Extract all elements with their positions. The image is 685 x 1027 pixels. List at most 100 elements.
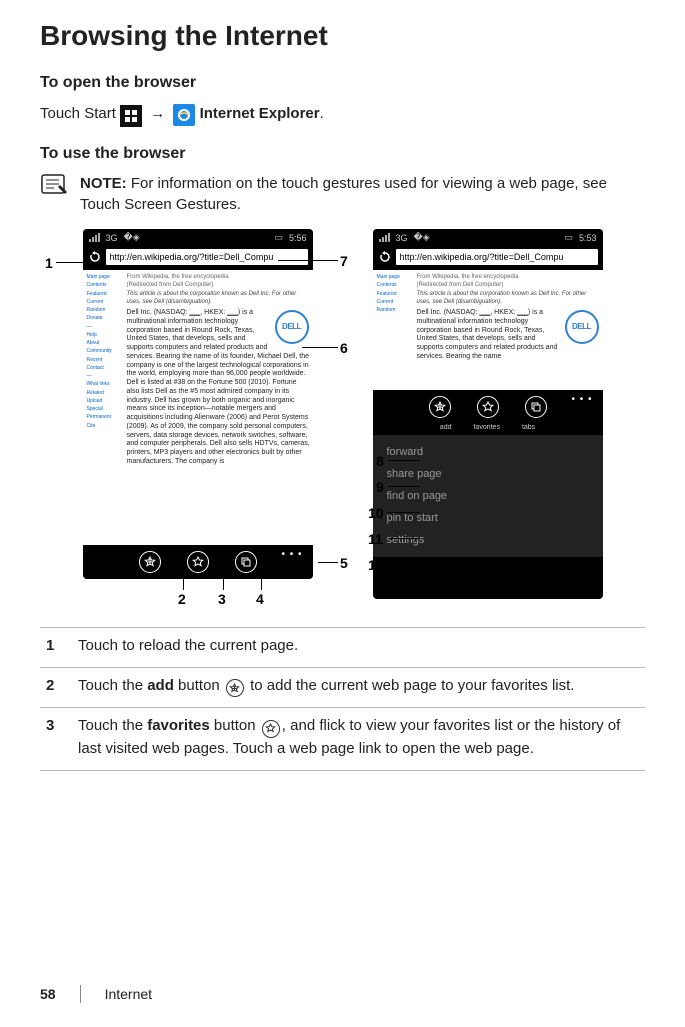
- callout-8: 8: [376, 453, 384, 469]
- legend-row-2: 2 Touch the add button to add the curren…: [40, 667, 645, 708]
- footer-divider: [80, 985, 81, 1003]
- add-button-icon[interactable]: [139, 551, 161, 573]
- note-block: NOTE: For information on the touch gestu…: [40, 173, 645, 215]
- legend-text: to add the current web page to your favo…: [246, 677, 575, 694]
- appbar-label-add: add: [440, 424, 452, 431]
- legend-desc: Touch the add button to add the current …: [72, 667, 645, 708]
- wiki-article-body-short: Dell Inc. (NASDAQ: ▁▁, HKEX: ▁▁) is a mu…: [417, 309, 558, 360]
- appbar-label-favorites: favorites: [473, 424, 499, 431]
- callout-line: [56, 262, 104, 263]
- status-time: 5:56: [289, 233, 307, 243]
- url-field[interactable]: http://en.wikipedia.org/?title=Dell_Comp…: [396, 249, 598, 265]
- page-title: Browsing the Internet: [40, 20, 645, 52]
- add-inline-icon: [226, 679, 244, 697]
- period: .: [320, 105, 324, 122]
- callout-3: 3: [218, 591, 226, 607]
- callout-11: 11: [368, 531, 383, 547]
- callout-line: [183, 575, 184, 590]
- wiki-content: Main pageContentsFeaturedCurrentRandomDo…: [83, 270, 313, 545]
- callout-line: [388, 486, 420, 487]
- callout-line: [223, 575, 224, 590]
- note-label: NOTE:: [80, 175, 127, 192]
- status-bar: 3G�◈ ▭5:53: [373, 229, 603, 246]
- app-bar-expanded: • • •: [373, 390, 603, 424]
- wiki-from: From Wikipedia, the free encyclopedia: [127, 274, 311, 282]
- callout-1: 1: [45, 255, 53, 271]
- screenshot-figure: 3G �◈ ▭ 5:56 http://en.wikipedia.org/?titl…: [40, 229, 645, 609]
- battery-icon: ▭: [274, 232, 283, 243]
- page-footer: 58 Internet: [40, 985, 152, 1003]
- appbar-labels: add favorites tabs: [373, 424, 603, 435]
- callout-10: 10: [368, 505, 384, 521]
- callout-2: 2: [178, 591, 186, 607]
- favorites-inline-icon: [262, 720, 280, 738]
- callout-line: [388, 460, 420, 461]
- ie-tile-icon: [173, 104, 195, 126]
- callout-line: [302, 347, 338, 348]
- app-bar: • • •: [83, 545, 313, 579]
- menu-share-page[interactable]: share page: [373, 463, 603, 485]
- wifi-icon: �◈: [124, 232, 140, 243]
- more-icon[interactable]: • • •: [281, 549, 302, 560]
- legend-row-3: 3 Touch the favorites button , and flick…: [40, 708, 645, 770]
- wiki-sidebar: Main pageContentsFeaturedCurrentRandomDo…: [87, 274, 125, 541]
- callout-line: [278, 260, 338, 261]
- appbar-label-tabs: tabs: [522, 424, 535, 431]
- legend-text: button: [210, 717, 260, 734]
- callout-line: [388, 512, 420, 513]
- note-text: For information on the touch gestures us…: [80, 175, 607, 213]
- callout-6: 6: [340, 340, 348, 356]
- callout-5: 5: [340, 555, 348, 571]
- add-button-icon[interactable]: [429, 396, 451, 418]
- callout-7: 7: [340, 253, 348, 269]
- url-bar: http://en.wikipedia.org/?title=Dell_Comp…: [83, 246, 313, 270]
- tabs-button-icon[interactable]: [525, 396, 547, 418]
- wifi-icon: �◈: [414, 232, 430, 243]
- status-bar: 3G �◈ ▭ 5:56: [83, 229, 313, 246]
- wiki-redirect: (Redirected from Dell Computer): [417, 282, 601, 290]
- menu-pin-to-start[interactable]: pin to start: [373, 507, 603, 529]
- favorites-button-icon[interactable]: [187, 551, 209, 573]
- legend-row-1: 1 Touch to reload the current page.: [40, 628, 645, 668]
- page-number: 58: [40, 986, 56, 1002]
- legend-desc: Touch the favorites button , and flick t…: [72, 708, 645, 770]
- open-browser-instruction: Touch Start → Internet Explorer.: [40, 102, 645, 127]
- dell-logo-icon: DELL: [275, 310, 309, 344]
- menu-settings[interactable]: settings: [373, 529, 603, 551]
- note-icon: [40, 173, 70, 197]
- status-time: 5:53: [579, 233, 597, 243]
- callout-9: 9: [376, 479, 384, 495]
- legend-text: Touch the: [78, 717, 147, 734]
- favorites-button-icon[interactable]: [477, 396, 499, 418]
- callout-line: [388, 538, 420, 539]
- legend-bold: favorites: [147, 717, 210, 734]
- url-field[interactable]: http://en.wikipedia.org/?title=Dell_Comp…: [106, 249, 308, 265]
- url-bar: http://en.wikipedia.org/?title=Dell_Comp…: [373, 246, 603, 270]
- more-icon[interactable]: • • •: [571, 394, 592, 405]
- reload-icon[interactable]: [378, 250, 392, 264]
- wiki-content: Main pageContentsFeaturedCurrentRandom F…: [373, 270, 603, 390]
- status-3g: 3G: [106, 233, 118, 243]
- callout-legend-table: 1 Touch to reload the current page. 2 To…: [40, 627, 645, 771]
- menu-find-on-page[interactable]: find on page: [373, 485, 603, 507]
- dell-logo-icon: DELL: [565, 310, 599, 344]
- callout-line: [261, 575, 262, 590]
- legend-num: 2: [40, 667, 72, 708]
- wiki-from: From Wikipedia, the free encyclopedia: [417, 274, 601, 282]
- legend-bold: add: [147, 677, 174, 694]
- phone-screenshot-right: 3G�◈ ▭5:53 http://en.wikipedia.org/?titl…: [373, 229, 603, 599]
- open-instr-app: Internet Explorer: [200, 105, 320, 122]
- callout-line: [388, 564, 420, 565]
- wiki-redirect: (Redirected from Dell Computer): [127, 282, 311, 290]
- legend-text: Touch the: [78, 677, 147, 694]
- tabs-button-icon[interactable]: [235, 551, 257, 573]
- start-tile-icon: [120, 105, 142, 127]
- open-instr-prefix: Touch Start: [40, 105, 120, 122]
- legend-text: button: [174, 677, 224, 694]
- wiki-disambig: This article is about the corporation kn…: [127, 291, 311, 306]
- legend-desc: Touch to reload the current page.: [72, 628, 645, 668]
- arrow-icon: →: [150, 102, 165, 126]
- legend-num: 3: [40, 708, 72, 770]
- open-browser-heading: To open the browser: [40, 74, 645, 92]
- use-browser-heading: To use the browser: [40, 145, 645, 163]
